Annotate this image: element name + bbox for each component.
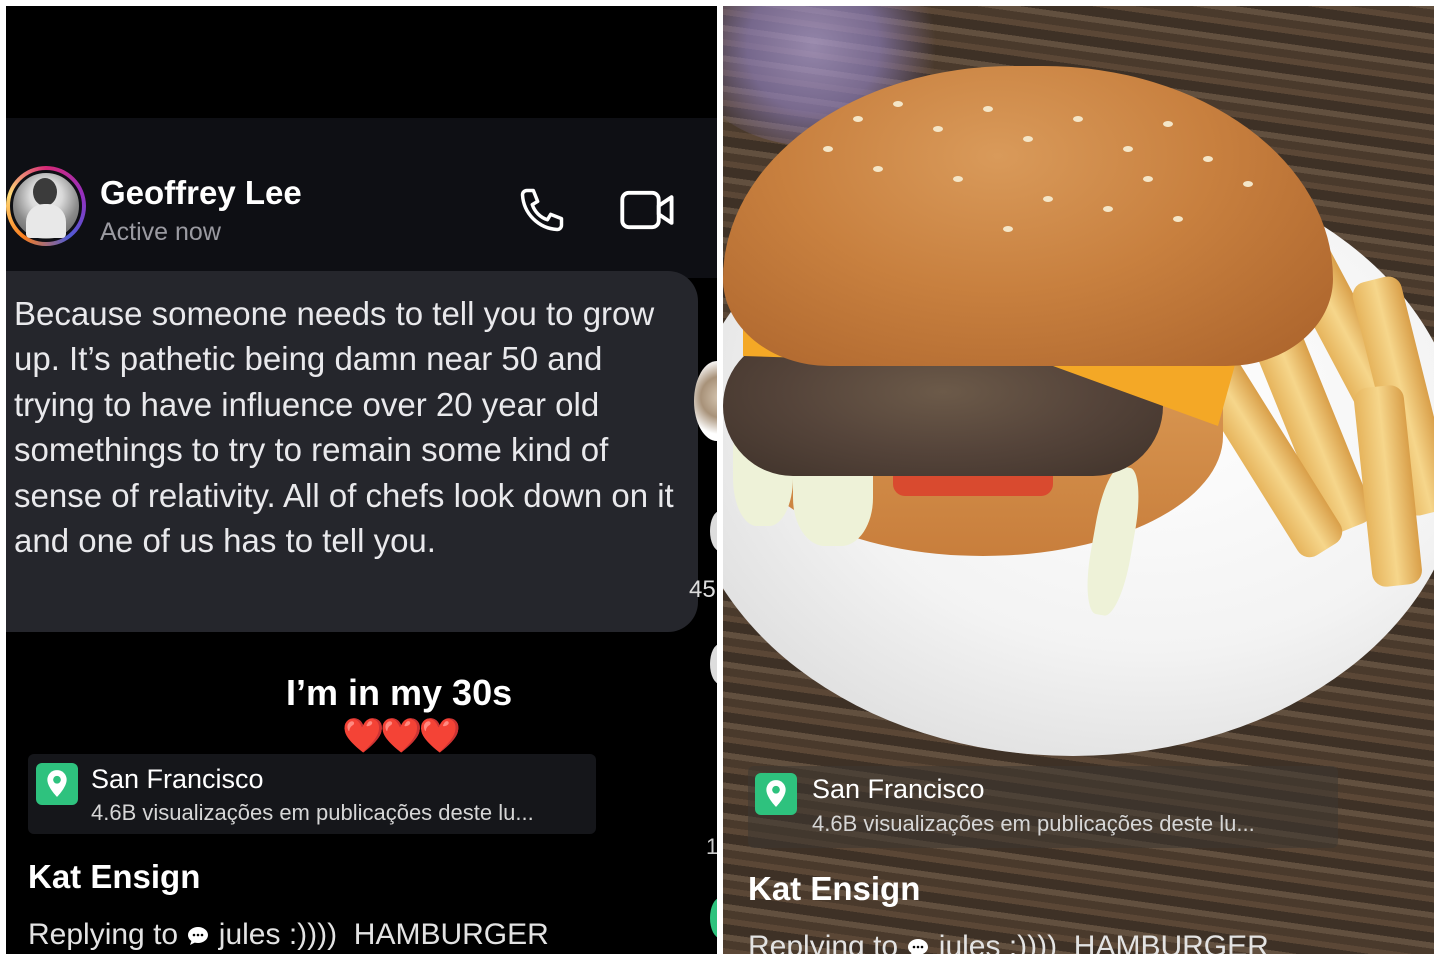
call-button[interactable]	[512, 180, 572, 240]
reply-line: Replying to jules :)))) HAMBURGER	[748, 930, 1269, 954]
side-action-icon[interactable]	[710, 644, 717, 684]
sesame-seed	[823, 146, 833, 152]
reply-text: HAMBURGER	[1073, 930, 1269, 954]
reply-prefix: Replying to	[748, 930, 899, 954]
sesame-seed	[983, 106, 993, 112]
sesame-seed	[1073, 116, 1083, 122]
avatar-figure-body	[26, 204, 66, 238]
caption-hearts: ❤️❤️❤️	[342, 717, 461, 755]
message-text: Because someone needs to tell you to gro…	[14, 295, 674, 560]
sesame-seed	[1123, 146, 1133, 152]
side-action-icon[interactable]	[710, 511, 717, 551]
map-pin-icon	[47, 770, 67, 797]
phone-icon	[520, 188, 564, 232]
sesame-seed	[953, 176, 963, 182]
sesame-seed	[933, 126, 943, 132]
chat-bubble-icon	[908, 939, 929, 954]
sesame-seed	[893, 101, 903, 107]
sesame-seed	[1003, 226, 1013, 232]
sesame-seed	[873, 166, 883, 172]
location-title: San Francisco	[812, 774, 985, 804]
video-camera-icon	[620, 190, 674, 230]
right-screenshot: San Francisco 4.6B visualizações em publ…	[723, 6, 1434, 954]
map-pin-icon	[766, 780, 786, 807]
username[interactable]: Kat Ensign	[748, 870, 920, 908]
left-screenshot: Geoffrey Lee Active now Because someone …	[6, 6, 717, 954]
contact-status: Active now	[100, 218, 221, 246]
sesame-seed	[1103, 206, 1113, 212]
username[interactable]: Kat Ensign	[28, 858, 200, 896]
location-pin-button	[36, 763, 78, 805]
sesame-seed	[1173, 216, 1183, 222]
side-action-icon[interactable]	[710, 898, 717, 938]
reply-line: Replying to jules :)))) HAMBURGER	[28, 918, 549, 952]
sesame-seed	[1243, 181, 1253, 187]
side-counter: 1	[706, 834, 717, 859]
location-pin-button	[755, 773, 797, 815]
location-subtitle: 4.6B visualizações em publicações deste …	[812, 811, 1255, 836]
video-call-button[interactable]	[618, 180, 678, 240]
reply-target[interactable]: jules :))))	[219, 918, 337, 951]
side-counter: 45	[689, 576, 716, 603]
chat-bubble-icon	[188, 927, 209, 946]
reply-text: HAMBURGER	[353, 918, 549, 951]
sesame-seed	[1143, 176, 1153, 182]
sesame-seed	[1043, 196, 1053, 202]
sesame-seed	[1203, 156, 1213, 162]
location-title: San Francisco	[91, 764, 264, 794]
sesame-seed	[853, 116, 863, 122]
sesame-seed	[1163, 121, 1173, 127]
location-subtitle: 4.6B visualizações em publicações deste …	[91, 800, 534, 825]
sesame-seed	[1023, 136, 1033, 142]
avatar-figure-head	[33, 178, 57, 206]
contact-name[interactable]: Geoffrey Lee	[100, 174, 302, 212]
video-caption: I’m in my 30s	[286, 672, 513, 713]
reply-prefix: Replying to	[28, 918, 179, 951]
reply-target[interactable]: jules :))))	[939, 930, 1057, 954]
